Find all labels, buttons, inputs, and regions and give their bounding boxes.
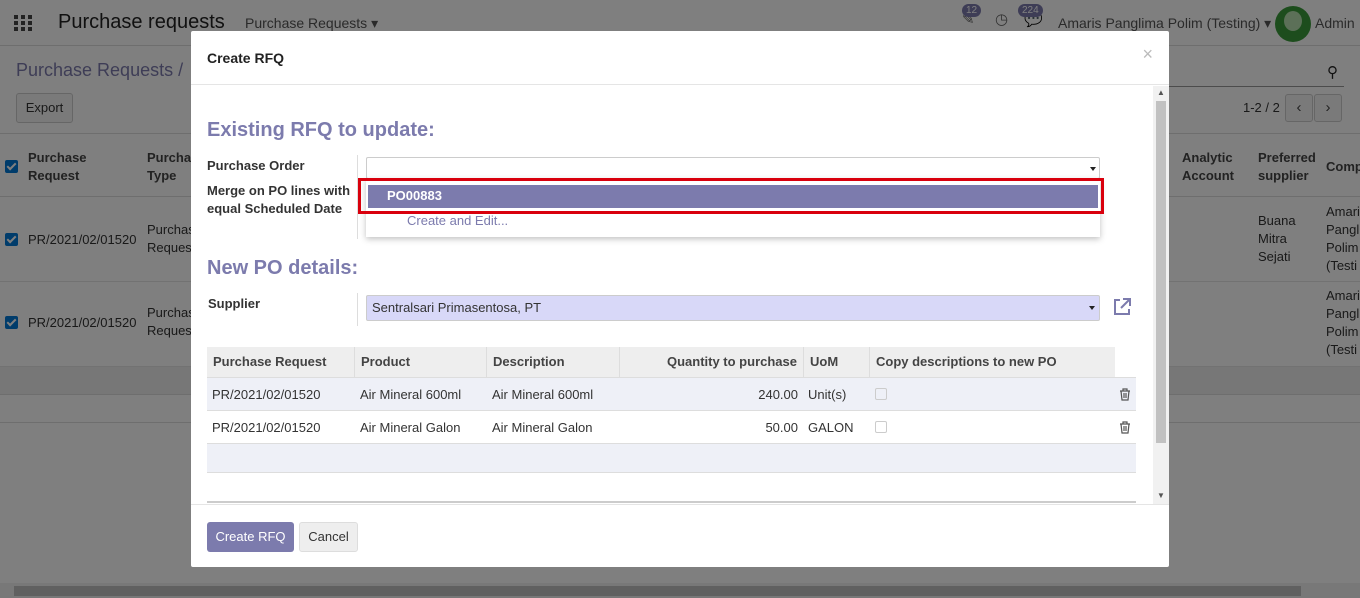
- dialog-vertical-scrollbar[interactable]: ▲ ▼: [1153, 86, 1169, 504]
- cell-description: Air Mineral 600ml: [492, 387, 594, 402]
- dialog-header: Create RFQ ×: [191, 31, 1169, 85]
- chevron-down-icon[interactable]: [1090, 167, 1096, 171]
- supplier-value: Sentralsari Primasentosa, PT: [372, 300, 542, 315]
- cell-qty: 240.00: [758, 387, 798, 402]
- label-separator: [357, 293, 358, 326]
- close-icon[interactable]: ×: [1142, 44, 1153, 65]
- th-quantity[interactable]: Quantity to purchase: [620, 347, 804, 377]
- highlight-box: [358, 178, 1104, 214]
- external-link-icon[interactable]: [1111, 296, 1133, 318]
- create-rfq-dialog: Create RFQ × Existing RFQ to update: Pur…: [191, 31, 1169, 567]
- trash-icon[interactable]: [1119, 388, 1131, 401]
- chevron-down-icon[interactable]: [1089, 306, 1095, 310]
- cell-product: Air Mineral 600ml: [360, 387, 462, 402]
- table-row[interactable]: PR/2021/02/01520 Air Mineral Galon Air M…: [207, 410, 1136, 443]
- cell-description: Air Mineral Galon: [492, 420, 593, 435]
- table-row[interactable]: PR/2021/02/01520 Air Mineral 600ml Air M…: [207, 377, 1136, 410]
- cell-request: PR/2021/02/01520: [212, 387, 321, 402]
- th-uom[interactable]: UoM: [804, 347, 870, 377]
- purchase-order-label: Purchase Order: [207, 158, 305, 173]
- cancel-button[interactable]: Cancel: [299, 522, 358, 552]
- create-rfq-button[interactable]: Create RFQ: [207, 522, 294, 552]
- existing-rfq-heading: Existing RFQ to update:: [207, 119, 435, 141]
- trash-icon[interactable]: [1119, 421, 1131, 434]
- create-and-edit-option[interactable]: Create and Edit...: [407, 213, 508, 228]
- th-purchase-request[interactable]: Purchase Request: [207, 347, 355, 377]
- cell-uom: Unit(s): [808, 387, 847, 402]
- copy-description-checkbox[interactable]: [875, 421, 887, 433]
- copy-description-checkbox[interactable]: [875, 388, 887, 400]
- scroll-down-arrow[interactable]: ▼: [1156, 491, 1166, 500]
- merge-label: Merge on PO lines with equal Scheduled D…: [207, 183, 351, 216]
- supplier-label: Supplier: [208, 296, 261, 311]
- add-line-row[interactable]: [207, 443, 1136, 473]
- dialog-footer: Create RFQ Cancel: [191, 504, 1169, 567]
- dialog-body: Existing RFQ to update: Purchase Order M…: [191, 86, 1169, 504]
- cell-request: PR/2021/02/01520: [212, 420, 321, 435]
- cell-uom: GALON: [808, 420, 854, 435]
- new-po-heading: New PO details:: [207, 257, 359, 279]
- table-footer-line: [207, 501, 1136, 503]
- cell-qty: 50.00: [765, 420, 798, 435]
- th-product[interactable]: Product: [355, 347, 487, 377]
- scroll-up-arrow[interactable]: ▲: [1156, 88, 1166, 97]
- th-copy-descriptions[interactable]: Copy descriptions to new PO: [870, 347, 1115, 377]
- cell-product: Air Mineral Galon: [360, 420, 461, 435]
- supplier-select[interactable]: Sentralsari Primasentosa, PT: [366, 295, 1100, 321]
- th-description[interactable]: Description: [487, 347, 620, 377]
- purchase-order-select[interactable]: [366, 157, 1100, 179]
- dialog-title: Create RFQ: [207, 50, 285, 66]
